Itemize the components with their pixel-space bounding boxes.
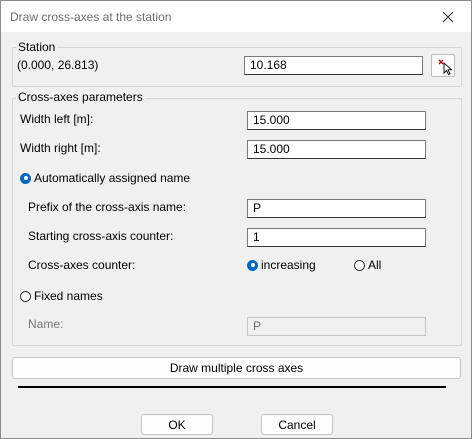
counter-increasing-label: increasing: [261, 258, 316, 272]
window-title: Draw cross-axes at the station: [10, 10, 172, 24]
radio-selected-icon: [247, 259, 258, 271]
pick-station-button[interactable]: [431, 54, 455, 77]
prefix-input[interactable]: P: [247, 199, 426, 218]
draw-multiple-button[interactable]: Draw multiple cross axes: [12, 357, 461, 379]
title-bar: Draw cross-axes at the station: [1, 1, 471, 32]
auto-name-label: Automatically assigned name: [34, 171, 191, 185]
cancel-button[interactable]: Cancel: [261, 414, 333, 435]
radio-unselected-icon: [20, 290, 31, 302]
separator-line: [18, 386, 446, 388]
width-left-input[interactable]: 15.000: [247, 111, 426, 130]
start-counter-label: Starting cross-axis counter:: [28, 229, 174, 243]
dialog-window: Draw cross-axes at the station Station (…: [0, 0, 472, 439]
name-label: Name:: [28, 317, 64, 331]
station-legend: Station: [16, 40, 58, 54]
name-input[interactable]: P: [247, 317, 426, 336]
station-coordinates: (0.000, 26.813): [17, 58, 99, 72]
width-left-label: Width left [m]:: [20, 112, 94, 126]
station-input[interactable]: 10.168: [244, 56, 423, 75]
fixed-names-radio[interactable]: Fixed names: [20, 289, 103, 303]
counter-increasing-radio[interactable]: increasing: [247, 258, 316, 272]
counter-all-radio[interactable]: All: [354, 258, 381, 272]
fixed-names-label: Fixed names: [34, 289, 103, 303]
auto-name-radio[interactable]: Automatically assigned name: [20, 171, 190, 185]
prefix-label: Prefix of the cross-axis name:: [28, 200, 187, 214]
width-right-input[interactable]: 15.000: [247, 140, 426, 159]
close-button[interactable]: [425, 1, 471, 32]
params-legend: Cross-axes parameters: [16, 90, 145, 104]
start-counter-input[interactable]: 1: [247, 228, 426, 247]
counter-all-label: All: [368, 258, 382, 272]
params-group: [12, 98, 462, 346]
radio-selected-icon: [20, 172, 31, 184]
ok-button[interactable]: OK: [141, 414, 213, 435]
close-icon: [442, 11, 454, 22]
width-right-label: Width right [m]:: [20, 141, 101, 155]
counter-label: Cross-axes counter:: [28, 258, 136, 272]
pick-point-icon: [438, 59, 453, 76]
radio-unselected-icon: [354, 259, 365, 271]
